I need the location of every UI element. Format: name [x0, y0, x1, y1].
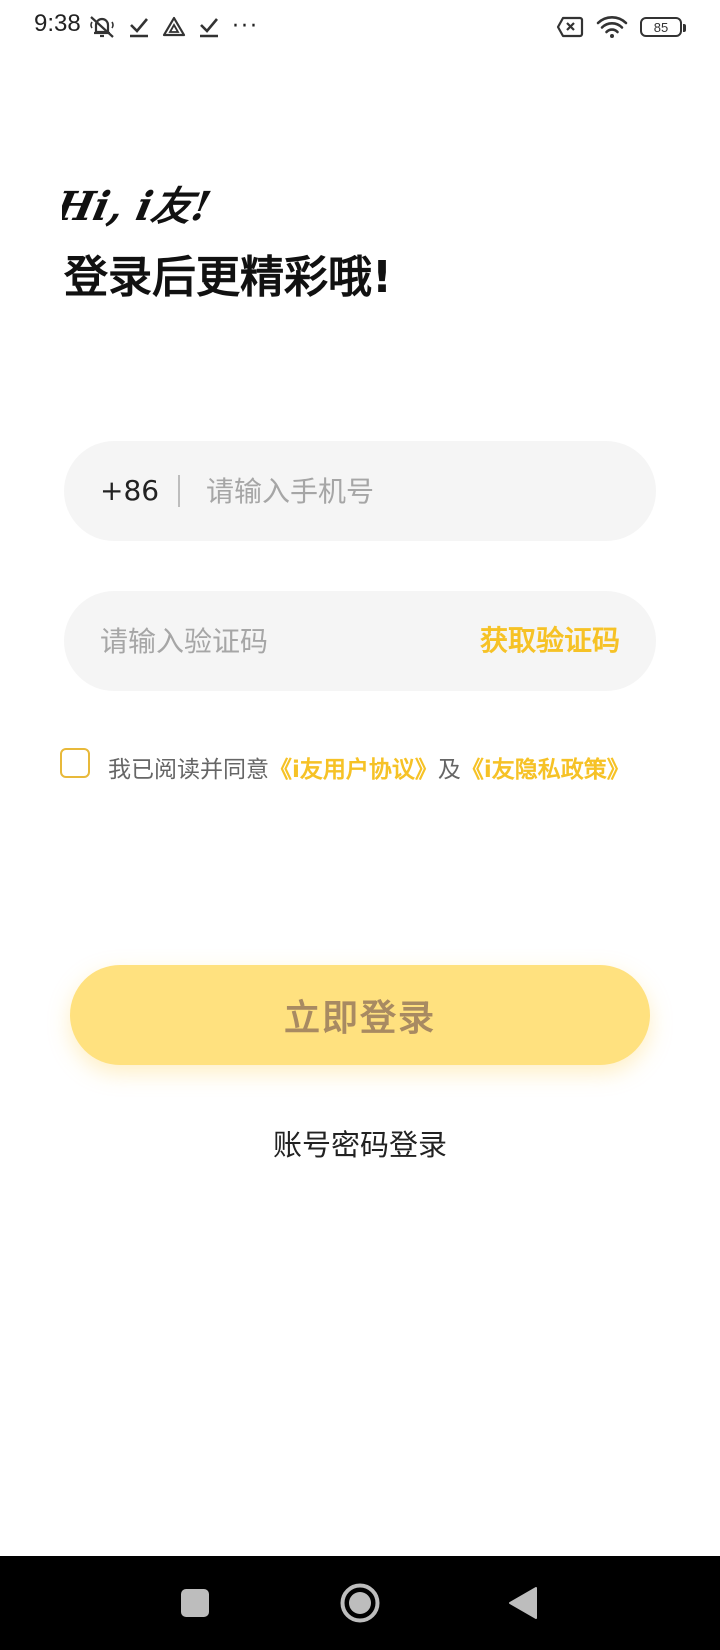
sim-x-icon — [556, 16, 584, 38]
verification-code-input[interactable] — [100, 591, 430, 691]
home-button[interactable] — [315, 1556, 405, 1650]
phone-field: +86 — [64, 441, 656, 541]
bell-muted-icon — [90, 16, 114, 38]
status-time: 9:38 — [34, 10, 81, 37]
back-button[interactable] — [478, 1556, 568, 1650]
get-code-button[interactable]: 获取验证码 — [480, 591, 620, 691]
country-code-divider — [178, 475, 180, 507]
greeting-logo-text: Hi, i友! — [62, 182, 215, 229]
system-icons: 85 — [556, 12, 686, 42]
more-notifications-icon: ··· — [232, 14, 259, 39]
agreement-row: 我已阅读并同意《i友用户协议》及《i友隐私政策》 — [60, 746, 700, 786]
drive-icon — [162, 16, 186, 37]
page-title: 登录后更精彩哦! — [64, 252, 393, 303]
privacy-policy-link[interactable]: 《i友隐私政策》 — [461, 757, 630, 783]
agreement-text: 我已阅读并同意《i友用户协议》及《i友隐私政策》 — [108, 750, 630, 784]
agreement-conjunction: 及 — [437, 757, 461, 783]
country-code[interactable]: +86 — [100, 441, 159, 541]
phone-input[interactable] — [206, 441, 616, 541]
status-bar: 9:38 ··· 85 — [0, 0, 720, 56]
recent-apps-button[interactable] — [150, 1556, 240, 1650]
navigation-bar — [0, 1556, 720, 1650]
login-button[interactable]: 立即登录 — [70, 965, 650, 1065]
verification-code-field: 获取验证码 — [64, 591, 656, 691]
download-done-icon — [130, 18, 148, 38]
battery-icon: 85 — [640, 17, 686, 37]
notification-icons: ··· — [88, 12, 259, 42]
circle-icon — [340, 1583, 380, 1623]
agreement-prefix: 我已阅读并同意 — [108, 757, 269, 783]
agreement-checkbox[interactable] — [60, 748, 90, 778]
download-done-icon — [200, 18, 218, 38]
password-login-link[interactable]: 账号密码登录 — [0, 1122, 720, 1164]
battery-level: 85 — [653, 19, 669, 35]
square-icon — [181, 1589, 209, 1617]
user-agreement-link[interactable]: 《i友用户协议》 — [269, 757, 438, 783]
wifi-icon — [596, 16, 628, 38]
back-triangle-icon — [509, 1587, 537, 1619]
greeting-logo: Hi, i友! — [62, 182, 215, 229]
